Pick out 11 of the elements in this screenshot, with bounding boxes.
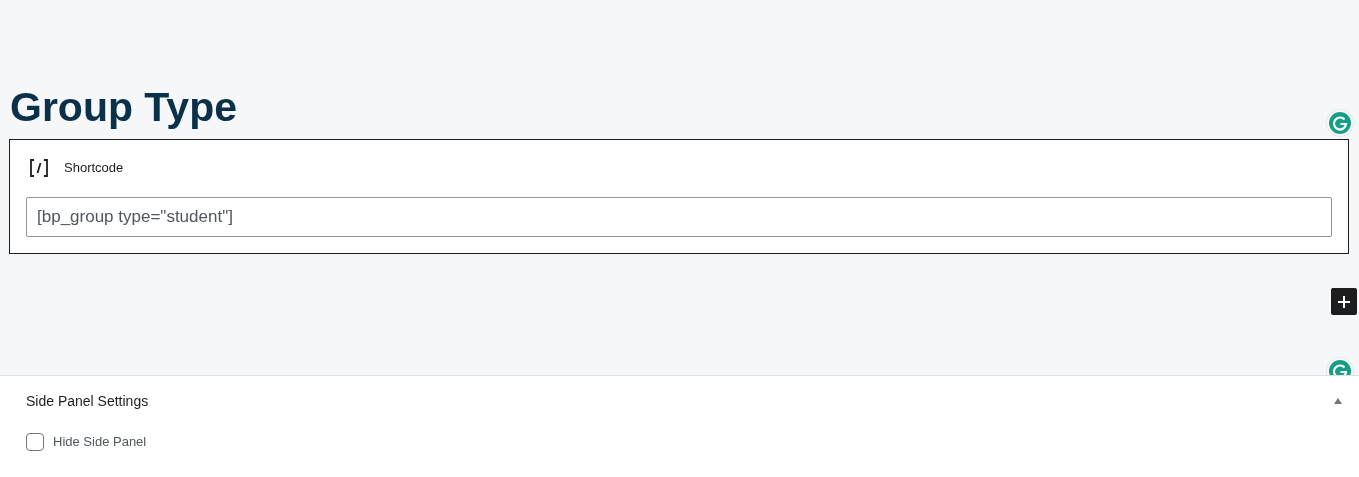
shortcode-field[interactable]: [bp_group type="student"]	[26, 197, 1332, 237]
page-title: Group Type	[10, 83, 238, 132]
grammarly-icon[interactable]	[1326, 109, 1354, 137]
panel-title: Side Panel Settings	[26, 391, 149, 411]
add-block-button[interactable]	[1331, 288, 1357, 315]
plus-icon	[1337, 294, 1351, 309]
caret-up-icon	[1334, 398, 1342, 404]
shortcode-icon	[28, 158, 50, 178]
checkbox[interactable]	[26, 432, 44, 451]
checkbox-label: Hide Side Panel	[53, 433, 147, 451]
block-label: Shortcode	[64, 159, 124, 178]
